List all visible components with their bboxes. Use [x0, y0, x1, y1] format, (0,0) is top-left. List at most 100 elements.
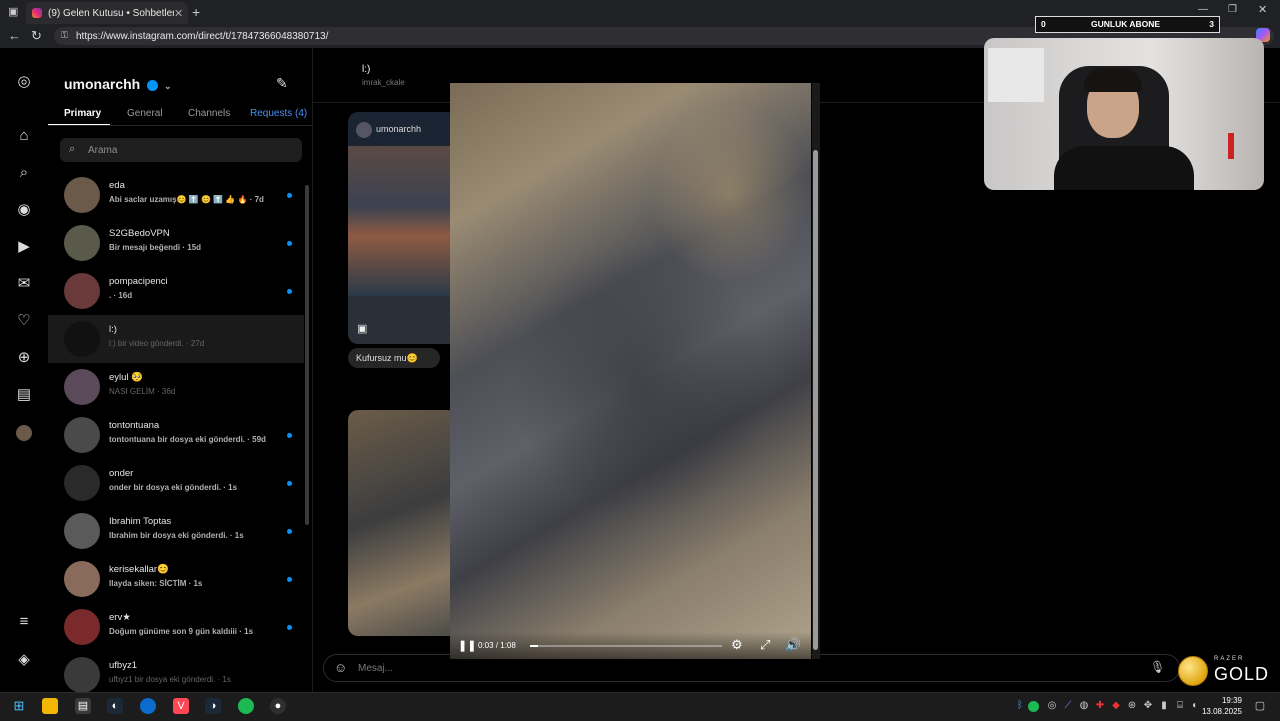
conversation-row[interactable]: tontontuana tontontuana bir dosya eki gön…: [48, 411, 304, 459]
tab-channels[interactable]: Channels: [188, 108, 230, 119]
spotify-icon[interactable]: [238, 698, 254, 714]
home-icon[interactable]: ⌂: [16, 128, 32, 144]
settings-gear-icon[interactable]: ⚙: [731, 637, 743, 653]
search-icon: ⌕: [69, 143, 76, 155]
conversation-preview: tontontuana bir dosya eki gönderdi. · 59…: [109, 435, 266, 444]
conversation-row[interactable]: l:) l:) bir video gönderdi. · 27d: [48, 315, 304, 363]
steam-icon[interactable]: ◐: [107, 698, 123, 714]
steam-icon-2[interactable]: ◑: [205, 698, 221, 714]
tab-general[interactable]: General: [127, 108, 163, 119]
conversation-avatar: [64, 465, 100, 501]
explore-icon[interactable]: ◉: [16, 202, 32, 218]
conversation-row[interactable]: eylul 🥺 NASI GELİM · 36d: [48, 363, 304, 411]
conversation-row[interactable]: pompacipenci . · 16d: [48, 267, 304, 315]
instagram-logo-icon[interactable]: ◎: [16, 74, 32, 90]
tray-icon-a[interactable]: ◎: [1044, 698, 1060, 714]
edge-icon[interactable]: [140, 698, 156, 714]
conversation-name: erv★: [109, 612, 131, 623]
notifications-icon[interactable]: ♡: [16, 313, 32, 329]
tray-icon-g[interactable]: ✥: [1140, 698, 1156, 714]
conversation-preview: Ilayda siken: SİCTİM · 1s: [109, 579, 203, 588]
conversation-row[interactable]: erv★ Doğum günüme son 9 gün kaldıiii · 1s: [48, 603, 304, 651]
valorant-icon[interactable]: V: [173, 698, 189, 714]
browser-tab[interactable]: (9) Gelen Kutusu • Sohbetler ✕: [26, 2, 188, 24]
conversation-name: onder: [109, 468, 134, 479]
inbox-scrollbar[interactable]: [305, 185, 309, 525]
conversation-avatar: [64, 657, 100, 693]
pause-icon[interactable]: ❚❚: [458, 639, 476, 652]
reels-icon[interactable]: ▶: [16, 239, 32, 255]
microphone-icon[interactable]: 🎙: [1150, 660, 1165, 674]
window-menu-icon[interactable]: ▣: [8, 5, 18, 18]
obs-icon[interactable]: ●: [270, 698, 286, 714]
chat-title[interactable]: l:): [362, 64, 370, 75]
tray-icon-f[interactable]: ⊛: [1124, 698, 1140, 714]
create-icon[interactable]: ⊕: [16, 350, 32, 366]
tab-requests[interactable]: Requests (4): [250, 108, 307, 119]
more-menu-icon[interactable]: ≡: [16, 614, 32, 630]
windows-start-icon[interactable]: ⊞: [11, 698, 27, 714]
tray-icon-e[interactable]: ◆: [1108, 698, 1124, 714]
compose-icon[interactable]: ✎: [276, 75, 288, 92]
fullscreen-icon[interactable]: ⤢: [760, 637, 770, 653]
notification-center-icon[interactable]: ▢: [1252, 698, 1268, 714]
search-placeholder: Arama: [88, 144, 118, 156]
brand-big-text: GOLD: [1214, 664, 1270, 684]
dashboard-icon[interactable]: ▤: [16, 387, 32, 403]
maximize-icon[interactable]: ❐: [1228, 4, 1237, 15]
conversation-row[interactable]: eda Abi saclar uzamış😊 ⬆️ 😊 ⬆️ 👍 🔥 · 7d: [48, 171, 304, 219]
minimize-icon[interactable]: —: [1198, 4, 1208, 15]
tray-icon-b[interactable]: ⟋: [1060, 698, 1076, 714]
video-message-thumbnail[interactable]: [348, 410, 458, 636]
unread-dot: [287, 481, 292, 486]
tab-title: (9) Gelen Kutusu • Sohbetler: [48, 7, 174, 19]
back-icon[interactable]: ←: [8, 28, 21, 43]
file-explorer-icon[interactable]: [42, 698, 58, 714]
bluetooth-icon[interactable]: ᛒ: [1012, 698, 1028, 714]
conversation-avatar: [64, 225, 100, 261]
conversation-name: Ibrahim Toptas: [109, 516, 172, 527]
threads-icon[interactable]: ◈: [16, 652, 32, 668]
conversation-avatar: [64, 273, 100, 309]
video-frame-highlight: [650, 103, 810, 283]
conversation-preview: onder bir dosya eki gönderdi. · 1s: [109, 483, 238, 492]
chevron-down-icon[interactable]: ⌄: [164, 81, 172, 91]
reload-icon[interactable]: ↻: [31, 28, 42, 44]
battery-icon[interactable]: ▮: [1156, 698, 1172, 714]
clock-date: 13.08.2025: [1201, 707, 1242, 716]
conversation-row[interactable]: kerisekallar😊 Ilayda siken: SİCTİM · 1s: [48, 555, 304, 603]
video-progress-track[interactable]: [530, 645, 722, 647]
video-frame-shadow: [510, 243, 770, 523]
shared-post-image-lower: [348, 296, 458, 344]
taskbar-clock[interactable]: 19:39 13.08.2025: [1200, 695, 1242, 717]
store-icon[interactable]: ▤: [75, 698, 91, 714]
close-window-icon[interactable]: ✕: [1258, 3, 1267, 16]
spotify-tray-icon[interactable]: [1028, 701, 1039, 712]
conversation-row[interactable]: onder onder bir dosya eki gönderdi. · 1s: [48, 459, 304, 507]
new-tab-icon[interactable]: +: [192, 4, 200, 20]
video-player[interactable]: [450, 83, 811, 659]
conversation-row[interactable]: S2GBedoVPN Bir mesajı beğendi · 15d: [48, 219, 304, 267]
counter-right: 3: [1209, 19, 1214, 29]
message-bubble[interactable]: Kufursuz mu😊: [348, 348, 440, 368]
emoji-icon[interactable]: ☺: [334, 660, 347, 675]
gold-coin-icon: [1178, 656, 1208, 686]
conversation-row[interactable]: Ibrahim Toptas Ibrahim bir dosya eki gönd…: [48, 507, 304, 555]
close-tab-icon[interactable]: ✕: [174, 7, 188, 20]
inbox-username[interactable]: umonarchh ⌄: [64, 76, 172, 92]
video-scrollbar-thumb[interactable]: [813, 150, 818, 650]
site-info-icon[interactable]: ⚿: [61, 30, 68, 41]
volume-icon[interactable]: 🔊: [785, 637, 801, 653]
shared-post-user: umonarchh: [376, 124, 422, 135]
conversation-avatar: [64, 369, 100, 405]
tray-icon-d[interactable]: ✚: [1092, 698, 1108, 714]
search-nav-icon[interactable]: ⌕: [16, 165, 32, 181]
profile-avatar[interactable]: [16, 425, 32, 441]
shared-post-card[interactable]: umonarchh: [348, 112, 458, 344]
tray-icon-c[interactable]: ◍: [1076, 698, 1092, 714]
verified-badge-icon: [147, 79, 159, 91]
messages-icon[interactable]: ✉: [16, 276, 32, 292]
conversation-avatar: [64, 561, 100, 597]
search-input[interactable]: ⌕ Arama: [60, 138, 302, 162]
tab-primary[interactable]: Primary: [64, 108, 101, 119]
